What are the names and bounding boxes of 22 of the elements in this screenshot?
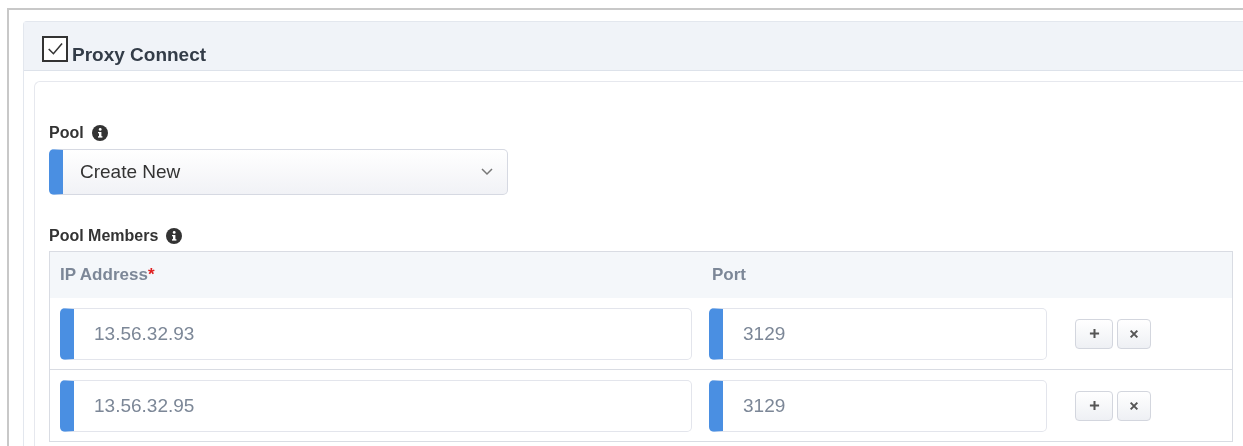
- ip-address-field[interactable]: 13.56.32.95: [60, 379, 692, 432]
- add-button[interactable]: [1075, 390, 1113, 421]
- panel-title: Proxy Connect: [72, 44, 207, 66]
- remove-button[interactable]: [1117, 318, 1151, 349]
- field-label: Pool: [49, 124, 84, 142]
- close-icon: [1129, 400, 1139, 411]
- add-button[interactable]: [1075, 318, 1113, 349]
- checkbox[interactable]: [42, 36, 68, 62]
- port-field[interactable]: 3129: [709, 379, 1047, 432]
- column-header: Port: [711, 265, 747, 285]
- close-icon: [1129, 328, 1139, 339]
- column-header: IP Address*: [59, 265, 156, 285]
- pool-select[interactable]: Create New: [49, 149, 508, 195]
- info-icon: [91, 125, 108, 141]
- chevron-icon: [481, 168, 493, 176]
- info-icon: [166, 228, 183, 244]
- remove-button[interactable]: [1117, 390, 1151, 421]
- plus-icon: [1088, 400, 1100, 411]
- field-label: Pool Members: [49, 227, 159, 245]
- ip-address-field[interactable]: 13.56.32.93: [60, 307, 692, 360]
- port-field[interactable]: 3129: [709, 307, 1047, 360]
- plus-icon: [1088, 328, 1100, 339]
